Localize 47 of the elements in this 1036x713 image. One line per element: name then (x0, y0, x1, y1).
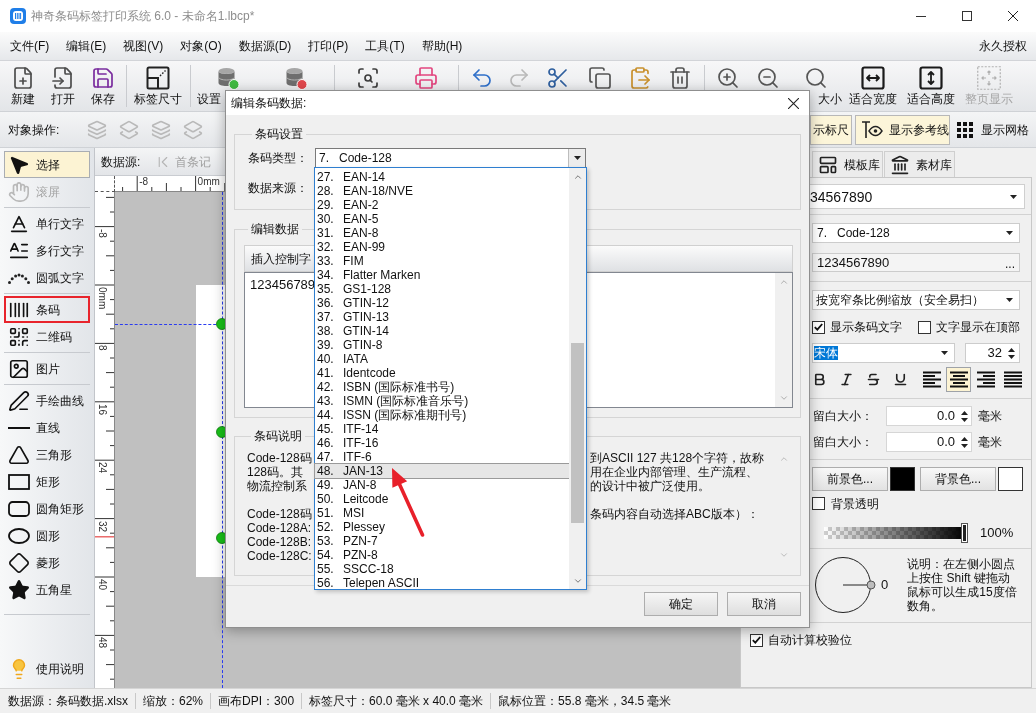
ruler-label: 16 (97, 403, 108, 415)
angle-reading: 0 (881, 578, 889, 592)
status-text: 数据源：条码数据.xlsx (7, 694, 129, 708)
group-title: 编辑数据 (250, 222, 300, 236)
unit-label: 毫米 (978, 435, 1002, 449)
field-label: 留白大小： (813, 435, 873, 449)
checkbox-label: 显示条码文字 (830, 320, 902, 334)
description-text: 条码内容自动选择ABC版本）： (590, 507, 759, 521)
ruler-label: 40 (97, 579, 108, 591)
description-text: 到ASCII 127 共128个字符，故称 (590, 451, 765, 465)
ruler-label: 0mm (197, 176, 220, 187)
ruler-label: -8 (139, 176, 149, 187)
status-text: 缩放：62% (142, 694, 205, 708)
ruler-label: -8 (97, 228, 108, 238)
group-title: 条码设置 (254, 127, 304, 141)
description-text: 128码。其 (247, 465, 304, 479)
description-text: 用在企业内部管理、生产流程、 (590, 465, 758, 479)
checkbox-label: 文字显示在顶部 (936, 320, 1020, 334)
field-label: 数据来源： (248, 181, 308, 195)
group-title: 条码说明 (253, 429, 303, 443)
description-text: Code-128A: (247, 521, 312, 535)
opacity-reading: 100% (980, 526, 1014, 540)
checkbox-label: 自动计算校验位 (768, 633, 852, 647)
ruler-label: 24 (97, 462, 108, 474)
description-text: Code-128C: (247, 549, 312, 563)
ruler-label: 32 (97, 520, 108, 532)
window-title: 神奇条码标签打印系统 6.0 - 未命名1.lbcp* (31, 9, 255, 23)
description-text: Code-128B: (247, 535, 312, 549)
field-label: 留白大小： (813, 409, 873, 423)
description-text: 物流控制系 (247, 479, 307, 493)
description-text: Code-128码 (247, 507, 312, 521)
ruler-label: 48 (97, 637, 108, 649)
field-label: 条码类型： (248, 151, 308, 165)
toolbar-label: 对象操作: (8, 122, 60, 137)
status-text: 标签尺寸：60.0 毫米 x 40.0 毫米 (308, 694, 485, 708)
dialog-title: 编辑条码数据: (231, 96, 307, 110)
data-source-label: 数据源: (101, 154, 141, 169)
ruler-label: 0mm (97, 287, 108, 310)
status-text: 鼠标位置：55.8 毫米，34.5 毫米 (497, 694, 673, 708)
unit-label: 毫米 (978, 409, 1002, 423)
status-text: 画布DPI：300 (217, 694, 296, 708)
description-text: 的设计中被广泛使用。 (590, 479, 710, 493)
description-text: Code-128码 (247, 451, 312, 465)
font-name: 宋体 (814, 346, 838, 360)
checkbox-label: 背景透明 (831, 496, 879, 511)
ruler-label: 8 (97, 345, 108, 351)
rotation-note: 说明：在左侧小圆点上按住 Shift 键拖动鼠标可以生成15度倍数角。 (907, 557, 1018, 613)
